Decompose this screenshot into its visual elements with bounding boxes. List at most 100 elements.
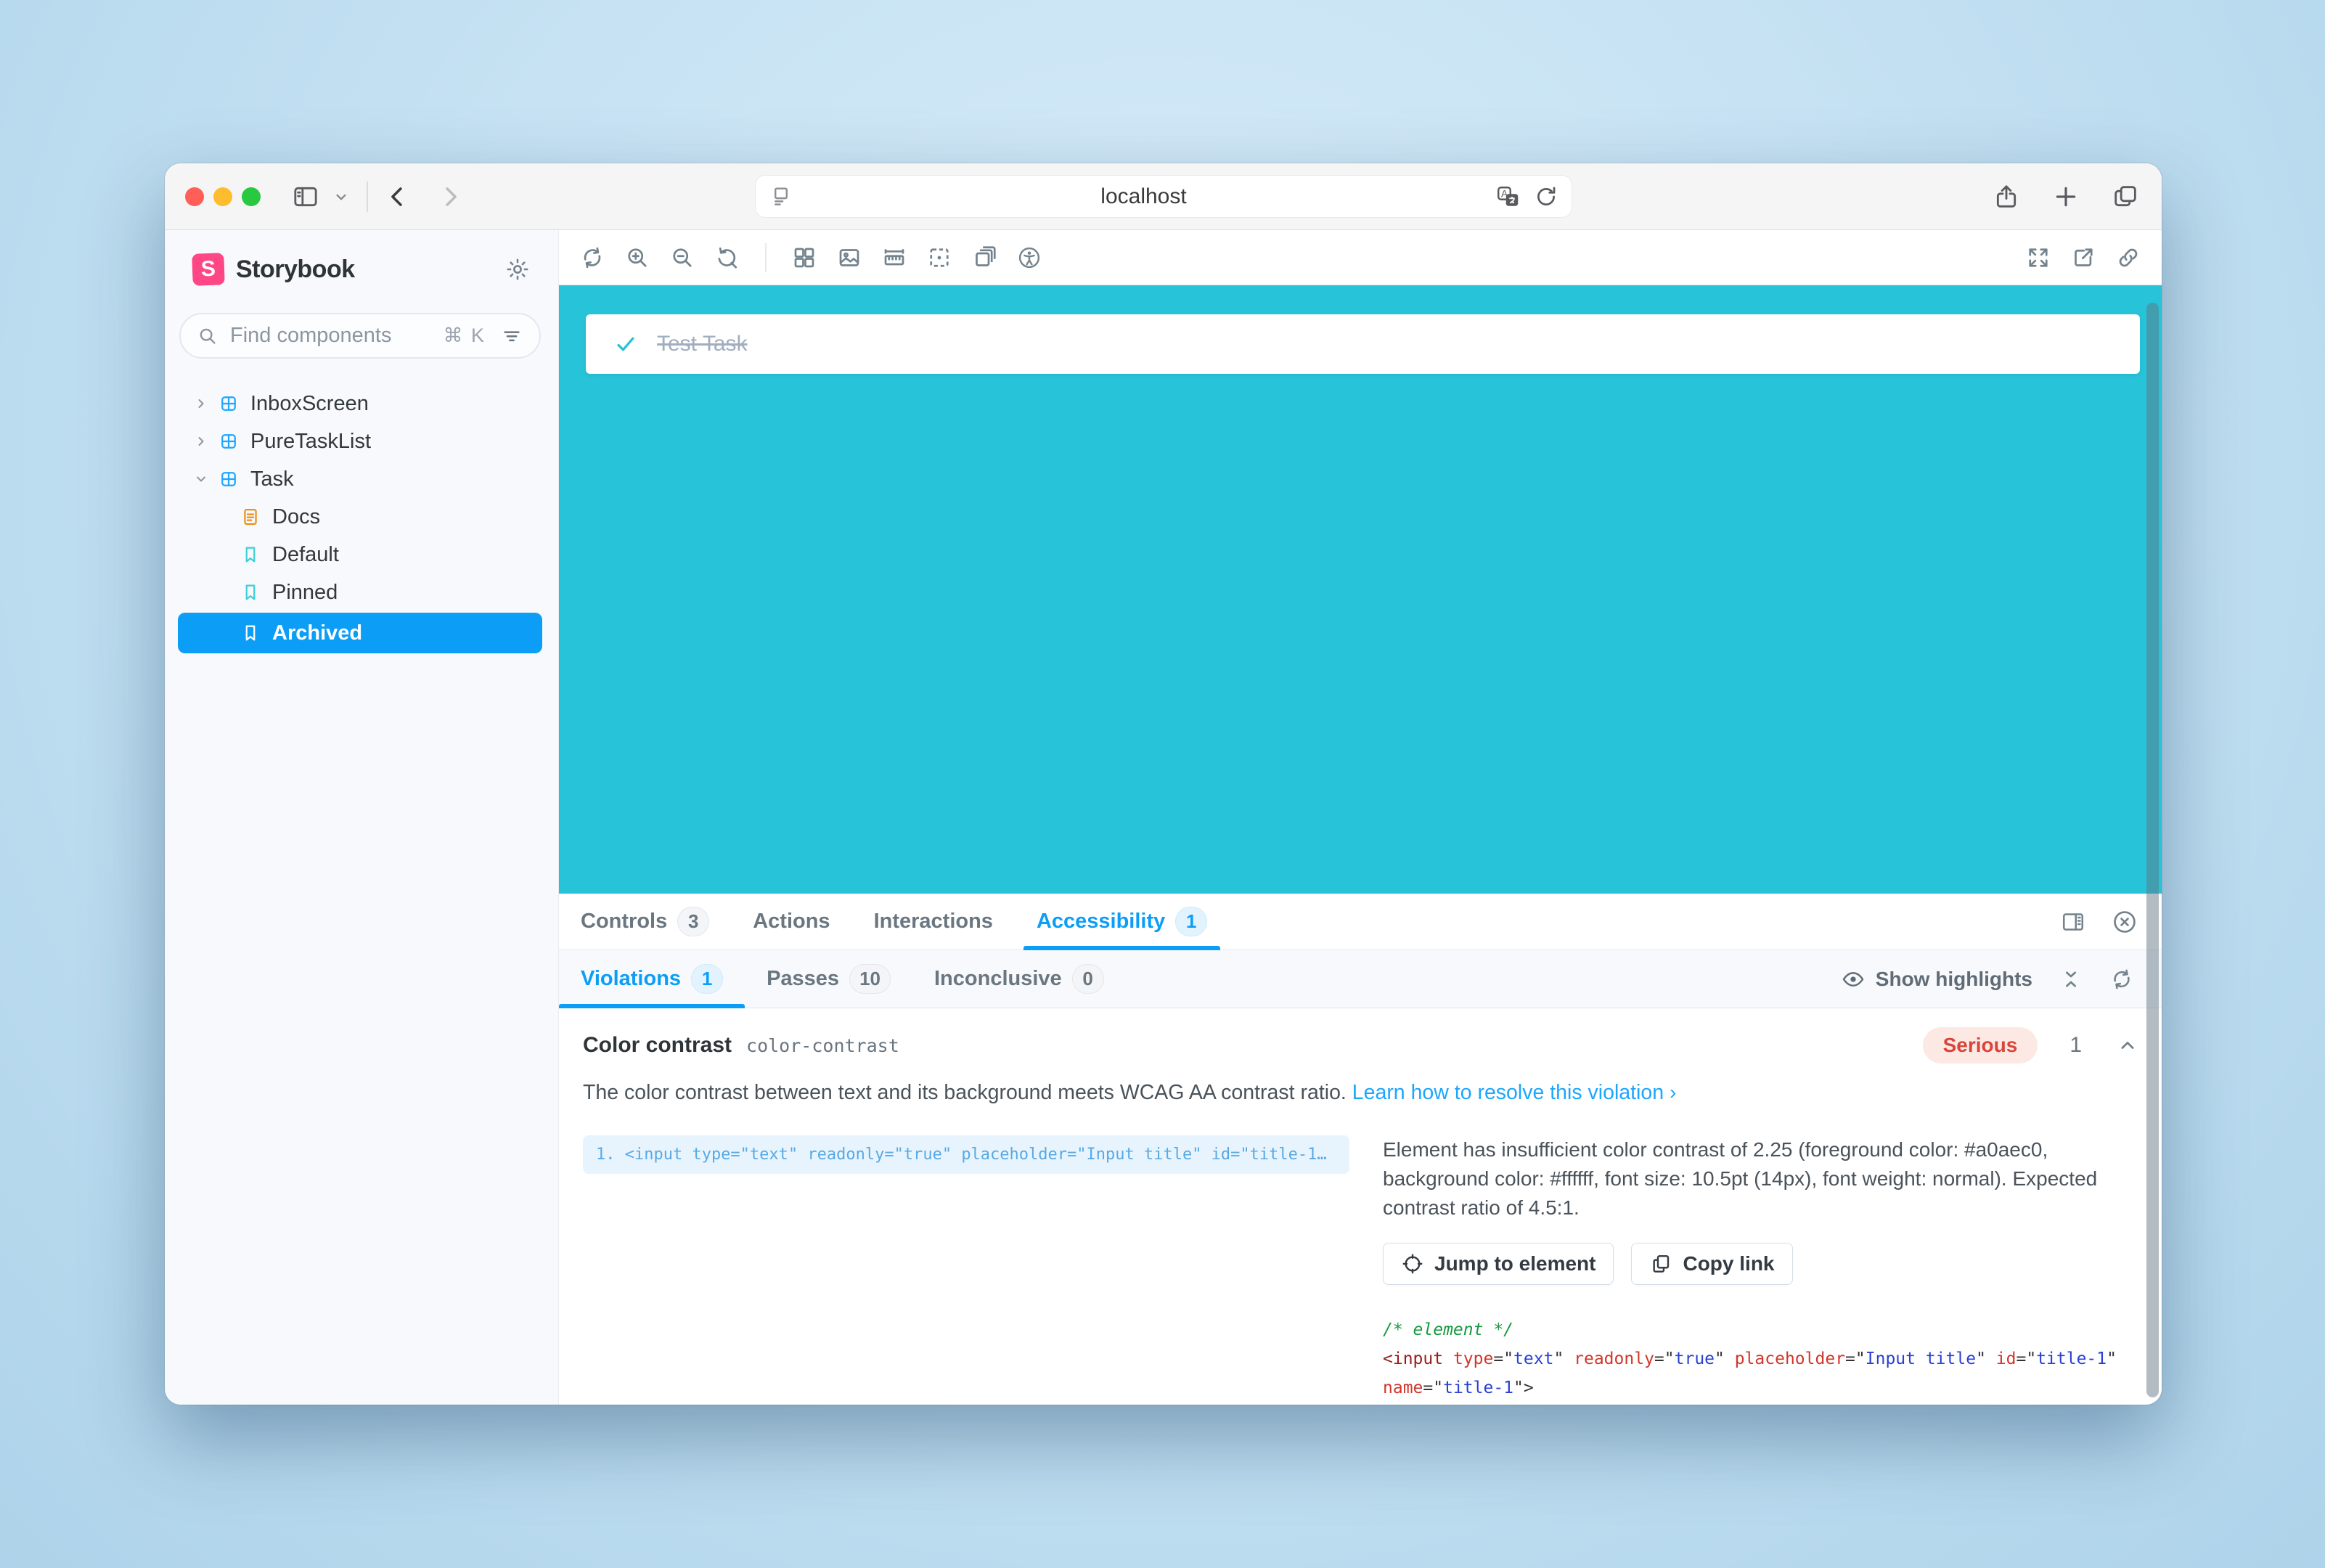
- subtab-inconclusive[interactable]: Inconclusive 0: [912, 950, 1126, 1008]
- violation-description: The color contrast between text and its …: [583, 1081, 1347, 1104]
- collapse-icon[interactable]: [2059, 967, 2083, 992]
- sidebar-item-inboxscreen[interactable]: InboxScreen: [165, 385, 558, 422]
- subtab-label: Passes: [767, 967, 839, 991]
- link-icon[interactable]: [2115, 245, 2141, 271]
- show-highlights-label: Show highlights: [1876, 968, 2032, 991]
- tab-badge: 3: [677, 907, 709, 936]
- subtab-label: Violations: [581, 967, 681, 991]
- reload-icon[interactable]: [1534, 184, 1558, 209]
- new-tab-icon[interactable]: [2051, 182, 2080, 211]
- component-icon: [218, 469, 239, 489]
- search-input[interactable]: Find components ⌘ K: [179, 313, 541, 359]
- outline-icon[interactable]: [926, 245, 952, 271]
- divider: [367, 181, 368, 212]
- subtab-badge: 10: [849, 964, 891, 994]
- jump-to-element-button[interactable]: Jump to element: [1383, 1243, 1614, 1285]
- sidebar-item-archived[interactable]: Archived: [178, 613, 542, 653]
- sidebar-item-docs[interactable]: Docs: [165, 498, 558, 536]
- subtab-badge: 1: [691, 964, 723, 994]
- url-text[interactable]: localhost: [793, 184, 1495, 209]
- checkmark-icon[interactable]: [613, 332, 638, 356]
- docs-icon: [240, 507, 261, 527]
- divider: [765, 243, 767, 272]
- violation-detail: Element has insufficient color contrast …: [1383, 1135, 2140, 1222]
- story-layers-icon[interactable]: [971, 245, 997, 271]
- component-icon: [218, 431, 239, 452]
- fullscreen-icon[interactable]: [2025, 245, 2051, 271]
- subtab-violations[interactable]: Violations 1: [559, 950, 745, 1008]
- tab-badge: 1: [1175, 907, 1207, 936]
- panel-position-icon[interactable]: [2060, 909, 2086, 935]
- bookmark-icon: [240, 582, 261, 603]
- chevron-down-icon[interactable]: [192, 470, 210, 488]
- back-button-icon[interactable]: [384, 183, 412, 211]
- sidebar-item-label: Default: [272, 543, 339, 567]
- button-label: Copy link: [1683, 1252, 1774, 1275]
- violation-code-block: /* element */<input type="text" readonly…: [1383, 1315, 2123, 1405]
- bookmark-icon: [240, 623, 261, 643]
- task-row[interactable]: Test Task: [586, 314, 2140, 374]
- remount-icon[interactable]: [579, 245, 605, 271]
- sidebar-toggle-icon[interactable]: [291, 182, 320, 211]
- reader-icon[interactable]: [769, 184, 793, 209]
- browser-titlebar: localhost A: [165, 163, 2162, 230]
- chevron-down-icon[interactable]: [332, 187, 351, 206]
- chevron-right-icon[interactable]: [192, 395, 210, 412]
- tab-overview-icon[interactable]: [2111, 182, 2140, 211]
- close-panel-icon[interactable]: [2111, 908, 2138, 936]
- copy-link-button[interactable]: Copy link: [1631, 1243, 1792, 1285]
- address-bar[interactable]: localhost A: [756, 176, 1572, 217]
- sidebar-item-label: InboxScreen: [250, 392, 369, 416]
- chevron-right-icon[interactable]: [192, 433, 210, 450]
- chevron-up-icon[interactable]: [2115, 1033, 2140, 1058]
- open-external-icon[interactable]: [2070, 245, 2096, 271]
- filter-icon[interactable]: [500, 324, 523, 348]
- button-label: Jump to element: [1434, 1252, 1595, 1275]
- a11y-subtabs: Violations 1 Passes 10 Inconclusive 0: [559, 950, 2162, 1008]
- translate-icon[interactable]: A: [1495, 184, 1521, 210]
- sidebar-item-pinned[interactable]: Pinned: [165, 573, 558, 611]
- component-tree: InboxScreen PureTaskList Task Docs: [165, 385, 558, 653]
- component-icon: [218, 393, 239, 414]
- violation-count: 1: [2069, 1033, 2082, 1058]
- panel-tabs: Controls 3 Actions Interactions Accessib…: [559, 894, 2162, 950]
- storybook-logo-icon[interactable]: S: [192, 253, 225, 286]
- tab-actions[interactable]: Actions: [740, 894, 843, 950]
- tab-accessibility[interactable]: Accessibility 1: [1023, 894, 1220, 950]
- tab-controls[interactable]: Controls 3: [568, 894, 722, 950]
- task-title: Test Task: [657, 332, 748, 356]
- violating-element-item[interactable]: 1. <input type="text" readonly="true" pl…: [583, 1135, 1349, 1174]
- close-window-button[interactable]: [185, 187, 204, 206]
- tab-label: Controls: [581, 910, 667, 934]
- bookmark-icon: [240, 544, 261, 565]
- grid-icon[interactable]: [791, 245, 817, 271]
- sidebar-item-label: Task: [250, 467, 294, 491]
- zoom-window-button[interactable]: [242, 187, 261, 206]
- zoom-in-icon[interactable]: [624, 245, 650, 271]
- show-highlights-toggle[interactable]: Show highlights: [1841, 967, 2032, 992]
- canvas-toolbar: [559, 230, 2162, 285]
- tab-interactions[interactable]: Interactions: [861, 894, 1006, 950]
- scrollbar[interactable]: [2146, 303, 2159, 1397]
- gear-icon[interactable]: [504, 256, 531, 282]
- addons-panel: Controls 3 Actions Interactions Accessib…: [559, 894, 2162, 1405]
- subtab-passes[interactable]: Passes 10: [745, 950, 912, 1008]
- sidebar-item-puretasklist[interactable]: PureTaskList: [165, 422, 558, 460]
- zoom-reset-icon[interactable]: [714, 245, 740, 271]
- tab-label: Actions: [753, 910, 830, 934]
- sidebar-item-default[interactable]: Default: [165, 536, 558, 573]
- background-icon[interactable]: [836, 245, 862, 271]
- ruler-icon[interactable]: [881, 245, 907, 271]
- zoom-out-icon[interactable]: [669, 245, 695, 271]
- minimize-window-button[interactable]: [213, 187, 232, 206]
- rerun-tests-icon[interactable]: [2109, 967, 2134, 992]
- sidebar-item-task[interactable]: Task: [165, 460, 558, 498]
- window-controls: [185, 187, 261, 206]
- eye-icon: [1841, 967, 1866, 992]
- story-preview: Test Task: [559, 285, 2162, 894]
- forward-button-icon[interactable]: [436, 183, 464, 211]
- resolve-violation-link[interactable]: Learn how to resolve this violation ›: [1352, 1081, 1677, 1104]
- violation-rule-id: color-contrast: [746, 1035, 899, 1056]
- accessibility-icon[interactable]: [1016, 245, 1042, 271]
- share-icon[interactable]: [1992, 182, 2021, 211]
